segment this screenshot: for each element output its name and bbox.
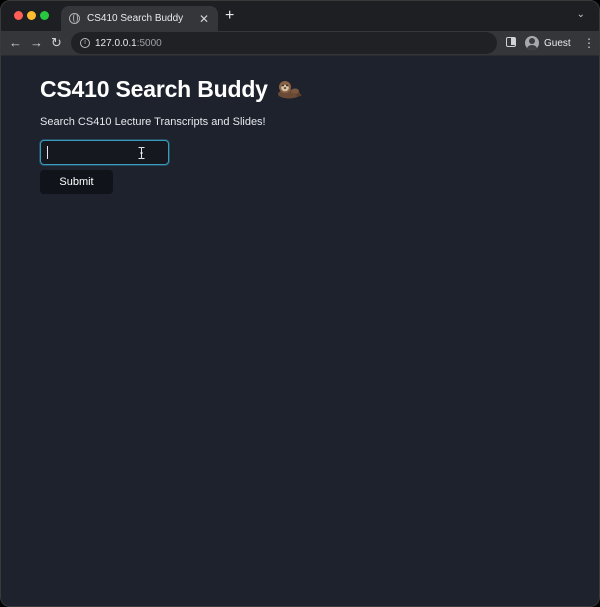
side-panel-icon[interactable]	[506, 37, 516, 47]
more-menu-icon[interactable]: ⋮	[583, 35, 595, 51]
new-tab-button[interactable]: +	[225, 7, 234, 25]
profile-button[interactable]: Guest	[521, 33, 575, 53]
browser-toolbar: ← → ↻ i 127.0.0.1 :5000 Guest ⋮	[1, 31, 599, 56]
forward-arrow-icon[interactable]: →	[30, 35, 43, 51]
profile-name: Guest	[544, 37, 571, 49]
page-content: CS410 Search Buddy Search CS410 Lecture …	[1, 57, 599, 606]
address-bar[interactable]: i 127.0.0.1 :5000	[71, 32, 497, 54]
submit-button[interactable]: Submit	[40, 170, 113, 194]
search-input[interactable]	[40, 140, 169, 165]
page-subtitle: Search CS410 Lecture Transcripts and Sli…	[40, 116, 266, 128]
chevron-down-icon[interactable]: ⌄	[577, 9, 585, 20]
otter-icon	[277, 81, 302, 99]
tab-strip: CS410 Search Buddy ✕ + ⌄	[1, 1, 599, 31]
url-host: 127.0.0.1	[95, 37, 137, 49]
page-title-text: CS410 Search Buddy	[40, 76, 268, 102]
close-icon[interactable]: ✕	[198, 12, 210, 26]
window-maximize-button[interactable]	[40, 11, 49, 20]
text-caret	[47, 146, 48, 159]
tab-title: CS410 Search Buddy	[87, 13, 184, 24]
url-port: :5000	[136, 37, 162, 49]
ibeam-cursor-icon	[138, 147, 145, 159]
info-icon[interactable]: i	[80, 38, 90, 48]
window-minimize-button[interactable]	[27, 11, 36, 20]
page-title: CS410 Search Buddy	[40, 76, 302, 103]
back-arrow-icon[interactable]: ←	[9, 35, 22, 51]
tab-cs410-search-buddy[interactable]: CS410 Search Buddy ✕	[61, 6, 218, 31]
window-close-button[interactable]	[14, 11, 23, 20]
browser-window: CS410 Search Buddy ✕ + ⌄ ← → ↻ i 127.0.0…	[0, 0, 600, 607]
globe-icon	[69, 13, 80, 24]
avatar-icon	[525, 36, 539, 50]
reload-icon[interactable]: ↻	[51, 35, 62, 51]
